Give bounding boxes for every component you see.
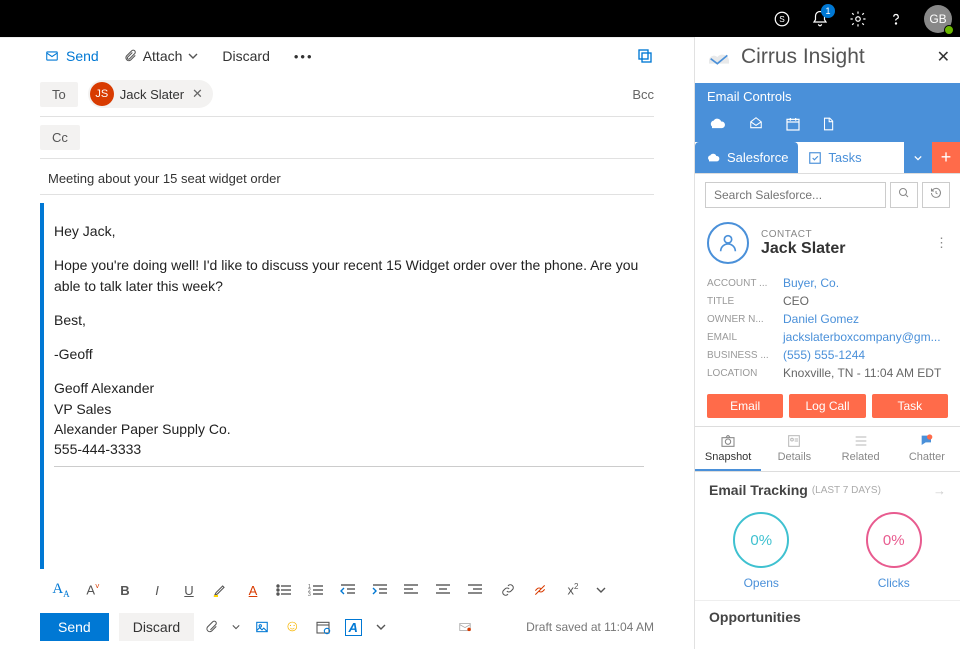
salesforce-cloud-icon[interactable] bbox=[707, 116, 727, 132]
template-icon[interactable]: A bbox=[345, 619, 362, 636]
remove-recipient-icon[interactable]: ✕ bbox=[190, 86, 205, 102]
font-color-icon[interactable]: A bbox=[244, 583, 262, 598]
superscript-icon[interactable]: x2 bbox=[564, 582, 582, 597]
document-icon[interactable] bbox=[821, 116, 835, 132]
tracking-expand-icon[interactable]: → bbox=[933, 483, 946, 498]
compose-pane: Send Attach Discard ••• To JS Jack Slate… bbox=[0, 37, 694, 649]
field-email[interactable]: jackslaterboxcompany@gm... bbox=[783, 330, 948, 344]
field-phone[interactable]: (555) 555-1244 bbox=[783, 348, 948, 362]
opens-label[interactable]: Opens bbox=[733, 576, 789, 590]
field-account[interactable]: Buyer, Co. bbox=[783, 276, 948, 290]
cirrus-insight-panel: Cirrus Insight ✕ Email Controls Salesfor… bbox=[694, 37, 960, 649]
number-list-icon[interactable]: 123 bbox=[308, 583, 326, 597]
outdent-icon[interactable] bbox=[340, 583, 358, 597]
subtab-snapshot[interactable]: Snapshot bbox=[695, 427, 761, 471]
user-avatar[interactable]: GB bbox=[924, 5, 952, 33]
panel-title: Cirrus Insight bbox=[741, 45, 929, 69]
cc-button[interactable]: Cc bbox=[40, 125, 80, 150]
align-center-icon[interactable] bbox=[436, 584, 454, 596]
field-location: Knoxville, TN - 11:04 AM EDT bbox=[783, 366, 948, 380]
settings-icon[interactable] bbox=[848, 9, 868, 29]
action-email-button[interactable]: Email bbox=[707, 394, 783, 418]
email-controls-label: Email Controls bbox=[695, 83, 960, 110]
align-left-icon[interactable] bbox=[404, 584, 422, 596]
more-actions[interactable]: ••• bbox=[294, 49, 314, 64]
svg-text:S: S bbox=[779, 15, 785, 24]
add-tab-button[interactable]: + bbox=[932, 142, 960, 173]
action-logcall-button[interactable]: Log Call bbox=[789, 394, 865, 418]
action-task-button[interactable]: Task bbox=[872, 394, 948, 418]
bottom-more-icon[interactable] bbox=[376, 622, 386, 632]
subject-field[interactable]: Meeting about your 15 seat widget order bbox=[0, 161, 694, 192]
font-family-icon[interactable]: AA bbox=[52, 581, 70, 599]
svg-text:3: 3 bbox=[308, 592, 311, 597]
opportunities-section[interactable]: Opportunities bbox=[695, 600, 960, 633]
schedule-icon[interactable] bbox=[315, 619, 331, 635]
bcc-link[interactable]: Bcc bbox=[632, 87, 654, 102]
italic-icon[interactable]: I bbox=[148, 583, 166, 598]
bold-icon[interactable]: B bbox=[116, 583, 134, 598]
tracking-subtitle: (LAST 7 DAYS) bbox=[812, 485, 881, 496]
discard-link[interactable]: Discard bbox=[222, 48, 269, 64]
history-button-icon[interactable] bbox=[922, 182, 950, 208]
field-owner[interactable]: Daniel Gomez bbox=[783, 312, 948, 326]
underline-icon[interactable]: U bbox=[180, 583, 198, 598]
font-size-icon[interactable]: A˅ bbox=[84, 582, 102, 597]
tabs-dropdown[interactable] bbox=[904, 142, 932, 173]
open-email-icon[interactable] bbox=[747, 116, 765, 132]
send-link[interactable]: Send bbox=[44, 48, 99, 64]
link-icon[interactable] bbox=[500, 583, 518, 597]
help-icon[interactable] bbox=[886, 9, 906, 29]
opens-metric: 0% bbox=[733, 512, 789, 568]
insert-image-icon[interactable] bbox=[254, 620, 270, 634]
search-button-icon[interactable] bbox=[890, 182, 918, 208]
addin-icon[interactable] bbox=[456, 620, 474, 634]
clicks-label[interactable]: Clicks bbox=[866, 576, 922, 590]
format-toolbar: AA A˅ B I U A 123 x2 bbox=[0, 575, 694, 605]
contact-type-label: CONTACT bbox=[761, 229, 846, 240]
calendar-icon[interactable] bbox=[785, 116, 801, 132]
cirrus-logo-icon bbox=[705, 47, 733, 67]
recipient-avatar: JS bbox=[90, 82, 114, 106]
tab-salesforce[interactable]: Salesforce bbox=[695, 142, 798, 173]
discard-button[interactable]: Discard bbox=[119, 613, 194, 641]
highlight-icon[interactable] bbox=[212, 582, 230, 598]
search-salesforce-input[interactable] bbox=[705, 182, 886, 208]
presence-indicator bbox=[944, 25, 954, 35]
contact-avatar-icon bbox=[707, 222, 749, 264]
recipient-name: Jack Slater bbox=[120, 87, 184, 102]
attach-chevron-icon[interactable] bbox=[232, 623, 240, 631]
attach-icon[interactable] bbox=[204, 619, 218, 635]
close-panel-icon[interactable]: ✕ bbox=[937, 47, 950, 67]
popout-icon[interactable] bbox=[636, 47, 654, 65]
contact-name: Jack Slater bbox=[761, 240, 846, 258]
recipient-pill[interactable]: JS Jack Slater ✕ bbox=[88, 80, 213, 108]
skype-icon[interactable]: S bbox=[772, 9, 792, 29]
notification-badge: 1 bbox=[821, 4, 835, 18]
emoji-icon[interactable]: ☺ bbox=[284, 618, 300, 636]
app-topbar: S 1 GB bbox=[0, 0, 960, 37]
notifications-icon[interactable]: 1 bbox=[810, 9, 830, 29]
to-button[interactable]: To bbox=[40, 82, 78, 107]
contact-more-icon[interactable]: ⋮ bbox=[935, 235, 948, 251]
attach-link[interactable]: Attach bbox=[123, 48, 199, 64]
field-title: CEO bbox=[783, 294, 948, 308]
align-right-icon[interactable] bbox=[468, 584, 486, 596]
indent-icon[interactable] bbox=[372, 583, 390, 597]
draft-status: Draft saved at 11:04 AM bbox=[526, 620, 654, 634]
tab-tasks[interactable]: Tasks bbox=[798, 142, 871, 173]
subtab-chatter[interactable]: Chatter bbox=[894, 427, 960, 471]
subtab-related[interactable]: Related bbox=[828, 427, 894, 471]
unlink-icon[interactable] bbox=[532, 583, 550, 597]
bullet-list-icon[interactable] bbox=[276, 583, 294, 597]
email-body[interactable]: Hey Jack, Hope you're doing well! I'd li… bbox=[40, 203, 654, 569]
tracking-title: Email Tracking bbox=[709, 482, 808, 498]
clicks-metric: 0% bbox=[866, 512, 922, 568]
send-button[interactable]: Send bbox=[40, 613, 109, 641]
subtab-details[interactable]: Details bbox=[761, 427, 827, 471]
format-more-icon[interactable] bbox=[596, 585, 614, 595]
